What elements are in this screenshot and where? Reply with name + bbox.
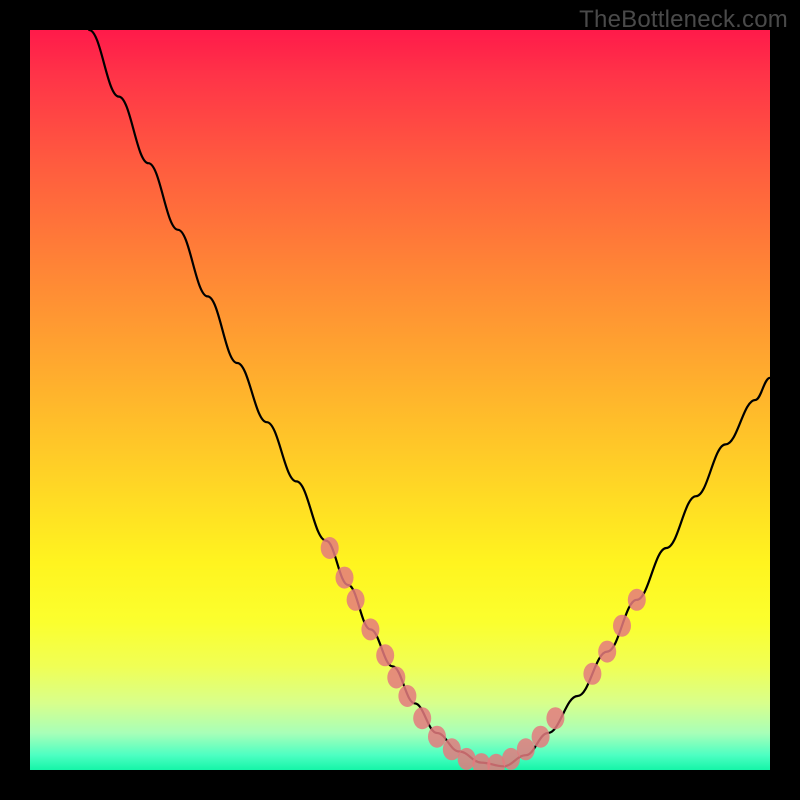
curve-marker [361, 618, 379, 640]
curve-marker [387, 667, 405, 689]
curve-marker [628, 589, 646, 611]
watermark-text: TheBottleneck.com [579, 6, 788, 34]
curve-line [89, 30, 770, 766]
bottleneck-chart [30, 30, 770, 770]
curve-marker [517, 738, 535, 760]
curve-marker [428, 726, 446, 748]
curve-marker [598, 641, 616, 663]
curve-marker [398, 685, 416, 707]
curve-markers [321, 537, 646, 770]
curve-marker [376, 644, 394, 666]
curve-marker [347, 589, 365, 611]
curve-marker [336, 567, 354, 589]
curve-marker [532, 726, 550, 748]
curve-marker [321, 537, 339, 559]
curve-marker [583, 663, 601, 685]
curve-marker [613, 615, 631, 637]
curve-marker [546, 707, 564, 729]
curve-marker [413, 707, 431, 729]
